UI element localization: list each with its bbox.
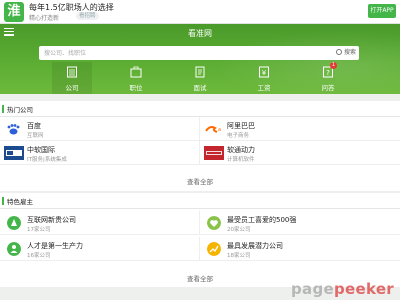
site-title: 看准网: [188, 29, 212, 38]
header: 看准网 搜索 公司 职位: [0, 24, 400, 94]
company-item-alibaba[interactable]: a 阿里巴巴 电子商务: [200, 117, 400, 141]
employer-category-count: 17家公司: [27, 227, 51, 233]
tab-jobs[interactable]: 职位: [116, 62, 156, 94]
section-accent: [2, 105, 4, 113]
isoftstone-logo-icon: [204, 146, 224, 160]
employer-category-name: 最受员工喜爱的500强: [227, 216, 297, 224]
employer-category-count: 16家公司: [27, 253, 51, 259]
section-accent: [2, 197, 4, 205]
open-app-button[interactable]: 打开APP: [368, 4, 396, 18]
employer-category-count: 20家公司: [227, 227, 251, 233]
company-industry: 电子商务: [227, 133, 250, 139]
tab-interview[interactable]: 面试: [180, 62, 220, 94]
company-industry: IT服务|系统集成: [27, 157, 67, 163]
tab-jobs-label: 职位: [129, 84, 143, 92]
employer-item-talent[interactable]: 人才是第一生产力 16家公司: [0, 237, 200, 261]
employer-item-top500[interactable]: 最受员工喜爱的500强 20家公司: [200, 211, 400, 235]
search-bar: 搜索: [39, 46, 359, 60]
rocket-icon: [7, 216, 21, 230]
tab-interview-label: 面试: [193, 84, 207, 92]
tab-qa[interactable]: ? 1 问答: [308, 62, 348, 94]
employer-category-count: 18家公司: [227, 253, 251, 259]
tab-qa-label: 问答: [321, 84, 335, 92]
company-name: 百度: [27, 122, 41, 130]
search-icon: [335, 49, 342, 55]
growth-icon: [207, 242, 221, 256]
qa-badge: 1: [330, 62, 337, 69]
section-header: 热门公司: [0, 101, 400, 117]
pagepeeker-watermark: pagepeeker: [291, 280, 394, 298]
yen-icon: ¥: [259, 66, 269, 78]
alibaba-logo-icon: a: [204, 122, 224, 136]
section-header: 特色雇主: [0, 193, 400, 209]
employer-category-name: 互联网新贵公司: [27, 216, 76, 224]
svg-text:¥: ¥: [262, 69, 267, 77]
search-button-label: 搜索: [343, 49, 356, 56]
employer-category-name: 人才是第一生产力: [27, 242, 83, 250]
svg-text:a: a: [218, 127, 221, 133]
employer-item-potential[interactable]: 最具发展潜力公司 18家公司: [200, 237, 400, 261]
company-name: 中软国际: [27, 146, 55, 154]
view-all-companies-link[interactable]: 查看全部: [0, 175, 400, 189]
baidu-logo-icon: [4, 122, 24, 136]
person-icon: [7, 242, 21, 256]
app-logo-icon: 淮: [4, 2, 24, 22]
banner-subtitle: 精心打造新: [29, 15, 60, 22]
main-nav: 公司 职位 面试 ¥ 工资 ? 1 问答: [0, 62, 400, 94]
app-promo-banner[interactable]: 淮 每年1.5亿职场人的选择 精心打造新 看招聘 打开APP: [0, 0, 400, 24]
section-title: 热门公司: [7, 106, 33, 114]
banner-tag: 看招聘: [76, 12, 99, 20]
employer-item-internet[interactable]: 互联网新贵公司 17家公司: [0, 211, 200, 235]
briefcase-icon: [130, 66, 142, 78]
search-button[interactable]: 搜索: [335, 48, 356, 58]
document-icon: [195, 66, 205, 78]
company-item-isoftstone[interactable]: 软通动力 计算机软件: [200, 141, 400, 165]
tab-salary-label: 工资: [257, 84, 271, 92]
company-industry: 计算机软件: [227, 157, 255, 163]
company-name: 软通动力: [227, 146, 255, 154]
watermark-part1: page: [290, 280, 334, 298]
hot-companies-section: 热门公司 百度 互联网 a 阿里巴巴 电子商务 中软国际 IT服务|系统集成 软…: [0, 101, 400, 191]
building-icon: [67, 66, 77, 78]
company-item-chinasoft[interactable]: 中软国际 IT服务|系统集成: [0, 141, 200, 165]
featured-employers-section: 特色雇主 互联网新贵公司 17家公司 最受员工喜爱的500强 20家公司 人才是…: [0, 193, 400, 287]
company-industry: 互联网: [27, 133, 44, 139]
section-title: 特色雇主: [7, 198, 33, 206]
svg-text:?: ?: [326, 69, 330, 77]
banner-title: 每年1.5亿职场人的选择: [29, 3, 114, 12]
watermark-part2: peeker: [333, 280, 394, 298]
tab-salary[interactable]: ¥ 工资: [244, 62, 284, 94]
chinasoft-logo-icon: [4, 146, 24, 160]
tab-company[interactable]: 公司: [52, 62, 92, 94]
heart-icon: [207, 216, 221, 230]
company-name: 阿里巴巴: [227, 122, 255, 130]
employer-category-name: 最具发展潜力公司: [227, 242, 283, 250]
company-item-baidu[interactable]: 百度 互联网: [0, 117, 200, 141]
tab-company-label: 公司: [65, 84, 79, 92]
search-input[interactable]: [39, 46, 319, 60]
